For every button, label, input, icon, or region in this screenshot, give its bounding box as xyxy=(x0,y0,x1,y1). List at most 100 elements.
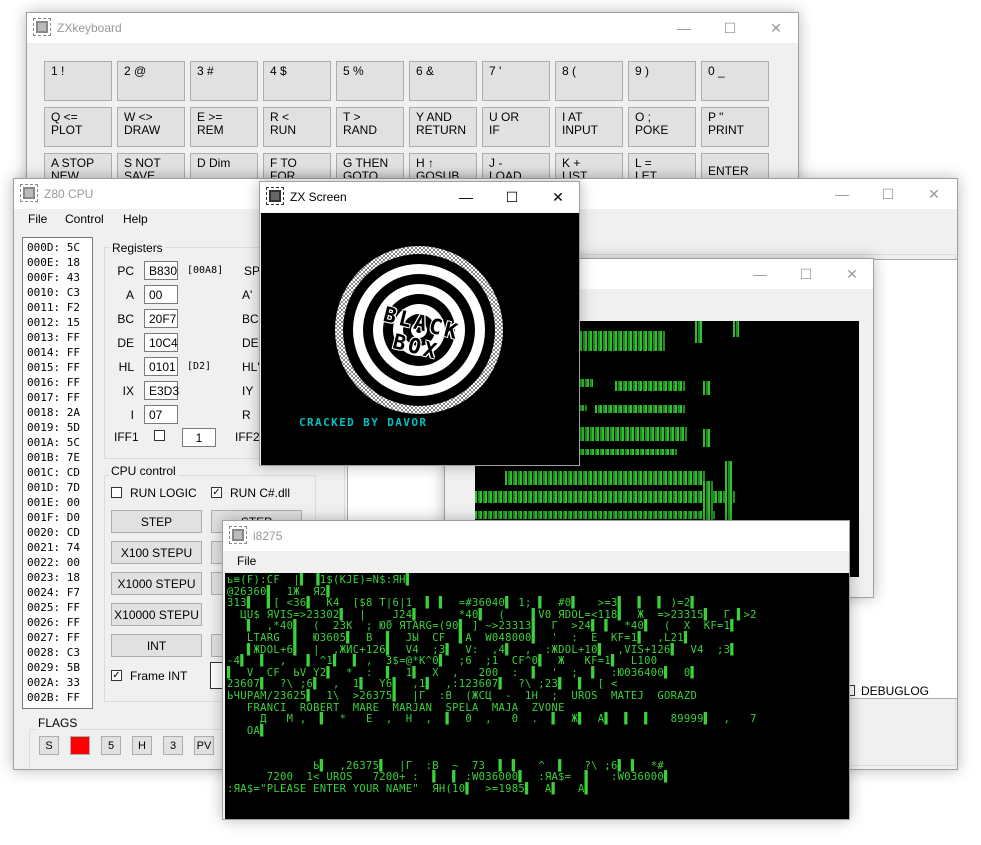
maximize-icon[interactable]: ☐ xyxy=(707,13,753,43)
key-button[interactable]: E >= REM xyxy=(190,107,258,147)
memory-row[interactable]: 001E: 00 xyxy=(27,495,92,510)
memory-row[interactable]: 0012: 15 xyxy=(27,315,92,330)
memory-row[interactable]: 0017: FF xyxy=(27,390,92,405)
maximize-icon[interactable]: ☐ xyxy=(489,182,535,212)
memory-row[interactable]: 000D: 5C xyxy=(27,240,92,255)
key-button[interactable]: 2 @ xyxy=(117,61,185,101)
memory-row[interactable]: 0027: FF xyxy=(27,630,92,645)
key-button[interactable]: 1 ! xyxy=(44,61,112,101)
zx-screen-titlebar[interactable]: ZX Screen — ☐ ✕ xyxy=(260,182,579,212)
flag-button[interactable]: 3 xyxy=(163,736,183,755)
x10000-stepu-button[interactable]: X10000 STEPU xyxy=(111,603,202,626)
iff1-checkbox[interactable] xyxy=(154,430,165,441)
memory-row[interactable]: 0016: FF xyxy=(27,375,92,390)
memory-row[interactable]: 0023: 18 xyxy=(27,570,92,585)
memory-row[interactable]: 0022: 00 xyxy=(27,555,92,570)
memory-row[interactable]: 0024: F7 xyxy=(27,585,92,600)
step-button[interactable]: STEP xyxy=(111,510,202,533)
debuglog-label: DEBUGLOG xyxy=(861,684,930,698)
register-value-field[interactable]: B830 xyxy=(144,261,178,280)
memory-row[interactable]: 001F: D0 xyxy=(27,510,92,525)
frame-int-checkbox[interactable]: ✓ xyxy=(111,670,122,681)
flag-button[interactable]: Z xyxy=(70,736,90,755)
memory-row[interactable]: 001C: CD xyxy=(27,465,92,480)
memory-row[interactable]: 0020: CD xyxy=(27,525,92,540)
memory-row[interactable]: 0025: FF xyxy=(27,600,92,615)
x100-stepu-button[interactable]: X100 STEPU xyxy=(111,541,202,564)
crt-line: :ЯА$="PLEASE ENTER YOUR NAME" ЯН(10▌ >=1… xyxy=(227,782,592,795)
register-value-field[interactable]: 20F7 xyxy=(144,309,178,328)
menu-file[interactable]: File xyxy=(28,212,47,226)
memory-row[interactable]: 000F: 43 xyxy=(27,270,92,285)
zx-display: BLACK BOX CRACKED BY DAVOR xyxy=(261,213,579,465)
x1000-stepu-button[interactable]: X1000 STEPU xyxy=(111,572,202,595)
memory-row[interactable]: 0028: C3 xyxy=(27,645,92,660)
key-button[interactable]: 3 # xyxy=(190,61,258,101)
close-icon[interactable]: ✕ xyxy=(535,182,579,212)
memory-row[interactable]: 002A: 33 xyxy=(27,675,92,690)
menu-file[interactable]: File xyxy=(237,554,256,568)
memory-row[interactable]: 0019: 5D xyxy=(27,420,92,435)
key-button[interactable]: O ; POKE xyxy=(628,107,696,147)
flag-button[interactable]: 5 xyxy=(101,736,121,755)
memory-listbox[interactable]: 000D: 5C 000E: 18 000F: 43 0010: C3 0011: F2… xyxy=(22,237,93,709)
key-button[interactable]: 6 & xyxy=(409,61,477,101)
minimize-icon[interactable]: — xyxy=(737,259,783,289)
key-button[interactable]: U OR IF xyxy=(482,107,550,147)
menu-control[interactable]: Control xyxy=(65,212,104,226)
run-csharp-checkbox[interactable]: ✓ xyxy=(211,487,222,498)
key-button[interactable]: T > RAND xyxy=(336,107,404,147)
run-logic-checkbox[interactable] xyxy=(111,487,122,498)
zxkeyboard-window: ZXkeyboard — ☐ ✕ 1 ! 2 @3 #4 $5 % 6 & 7 ' 8 … xyxy=(26,12,799,202)
key-button[interactable]: 0 _ xyxy=(701,61,769,101)
key-button[interactable]: 5 % xyxy=(336,61,404,101)
key-button[interactable]: 8 ( xyxy=(555,61,623,101)
key-button[interactable]: 7 ' xyxy=(482,61,550,101)
memory-row[interactable]: 0014: FF xyxy=(27,345,92,360)
crt-text: ь≡(F):СF |▌ ▐1$(КJE)=N$:ЯН▌ @26360▌ 1Ж Я2… xyxy=(227,574,757,795)
memory-row[interactable]: 0015: FF xyxy=(27,360,92,375)
register-value-field[interactable]: 07 xyxy=(144,405,178,424)
memory-row[interactable]: 000E: 18 xyxy=(27,255,92,270)
minimize-icon[interactable]: — xyxy=(819,179,865,209)
memory-row[interactable]: 0026: FF xyxy=(27,615,92,630)
key-button[interactable]: I AT INPUT xyxy=(555,107,623,147)
memory-row[interactable]: 002B: FF xyxy=(27,690,92,705)
memory-row[interactable]: 001A: 5C xyxy=(27,435,92,450)
zxkeyboard-titlebar[interactable]: ZXkeyboard — ☐ ✕ xyxy=(27,13,798,43)
minimize-icon[interactable]: — xyxy=(661,13,707,43)
memory-row[interactable]: 0018: 2A xyxy=(27,405,92,420)
menu-help[interactable]: Help xyxy=(123,212,148,226)
key-button[interactable]: Q <= PLOT xyxy=(44,107,112,147)
flag-button[interactable]: PV xyxy=(194,736,214,755)
key-button[interactable]: W <> DRAW xyxy=(117,107,185,147)
register-value-field[interactable]: 0101 xyxy=(144,357,178,376)
register-value-field[interactable]: 10C4 xyxy=(144,333,178,352)
memory-row[interactable]: 0029: 5B xyxy=(27,660,92,675)
register-alt-name: A' xyxy=(242,288,253,302)
key-button[interactable]: R < RUN xyxy=(263,107,331,147)
maximize-icon[interactable]: ☐ xyxy=(783,259,829,289)
maximize-icon[interactable]: ☐ xyxy=(865,179,911,209)
key-button[interactable]: P " PRINT xyxy=(701,107,769,147)
flag-button[interactable]: S xyxy=(39,736,59,755)
minimize-icon[interactable]: — xyxy=(443,182,489,212)
memory-row[interactable]: 0010: C3 xyxy=(27,285,92,300)
key-button[interactable]: 9 ) xyxy=(628,61,696,101)
int-button[interactable]: INT xyxy=(111,634,202,657)
close-icon[interactable]: ✕ xyxy=(753,13,798,43)
memory-row[interactable]: 0021: 74 xyxy=(27,540,92,555)
memory-row[interactable]: 001D: 7D xyxy=(27,480,92,495)
key-button[interactable]: 4 $ xyxy=(263,61,331,101)
flag-button[interactable]: H xyxy=(132,736,152,755)
iff-value-field[interactable]: 1 xyxy=(182,428,216,447)
memory-row[interactable]: 0013: FF xyxy=(27,330,92,345)
register-value-field[interactable]: E3D3 xyxy=(144,381,179,400)
register-value-field[interactable]: 00 xyxy=(144,285,178,304)
key-button[interactable]: Y AND RETURN xyxy=(409,107,477,147)
memory-row[interactable]: 001B: 7E xyxy=(27,450,92,465)
i8275-titlebar[interactable]: i8275 xyxy=(223,521,849,551)
close-icon[interactable]: ✕ xyxy=(911,179,957,209)
memory-row[interactable]: 0011: F2 xyxy=(27,300,92,315)
close-icon[interactable]: ✕ xyxy=(829,259,873,289)
